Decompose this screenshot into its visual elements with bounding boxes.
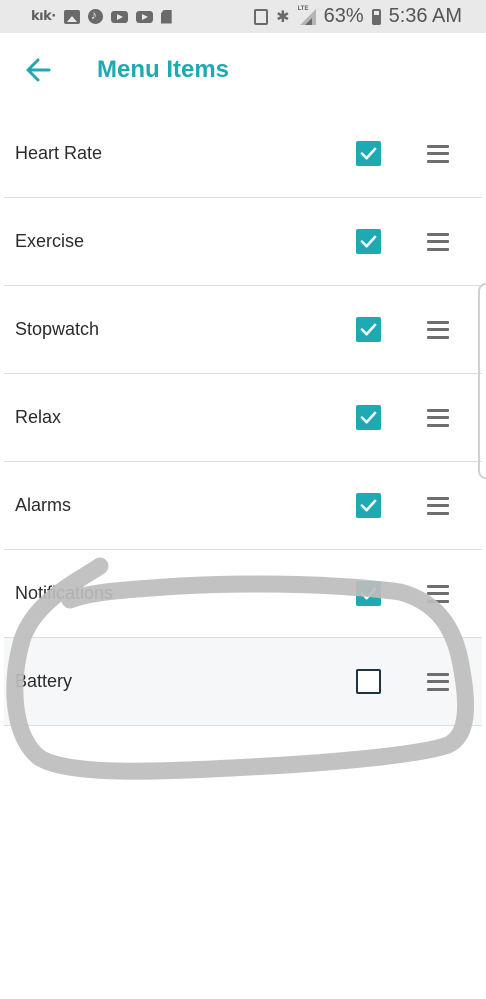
menu-item-label: Stopwatch <box>15 319 100 339</box>
arrow-left-icon[interactable] <box>25 57 51 83</box>
menu-item-label: Relax <box>15 407 62 427</box>
menu-item-label: Exercise <box>15 231 85 251</box>
checkmark-icon <box>360 411 377 424</box>
clock: 5:36 AM <box>388 5 462 27</box>
checkmark-icon <box>360 147 377 160</box>
checkmark-icon <box>360 499 377 512</box>
network-type-label: LTE <box>297 5 309 12</box>
app-header: Menu Items <box>0 33 486 109</box>
menu-items-list: Heart Rate Exercise Stopwatch Relax Alar… <box>0 110 486 726</box>
status-bar-notifications: kık· <box>31 8 172 24</box>
checkmark-icon <box>360 323 377 336</box>
bluetooth-icon: ✱ <box>276 6 290 26</box>
list-item[interactable]: Heart Rate <box>4 110 482 198</box>
menu-item-label: Alarms <box>15 495 72 515</box>
drag-handle-icon[interactable] <box>427 144 449 163</box>
kik-icon: kık· <box>31 9 56 24</box>
list-item[interactable]: Notifications <box>4 550 482 638</box>
scroll-edge-indicator <box>478 283 486 479</box>
youtube-icon <box>135 10 153 23</box>
menu-item-checkbox[interactable] <box>356 141 381 166</box>
music-icon <box>87 8 103 24</box>
menu-item-checkbox[interactable] <box>356 317 381 342</box>
list-item[interactable]: Exercise <box>4 198 482 286</box>
data-saver-icon <box>254 8 269 25</box>
drag-handle-icon[interactable] <box>427 232 449 251</box>
menu-item-label: Heart Rate <box>15 143 103 163</box>
menu-item-checkbox[interactable] <box>356 493 381 518</box>
list-item[interactable]: Alarms <box>4 462 482 550</box>
list-item[interactable]: Stopwatch <box>4 286 482 374</box>
drag-handle-icon[interactable] <box>427 408 449 427</box>
drag-handle-icon[interactable] <box>427 496 449 515</box>
list-item[interactable]: Relax <box>4 374 482 462</box>
gallery-icon <box>63 9 80 24</box>
status-bar: kık· ✱ LTE 63% 5:36 AM <box>0 0 486 33</box>
checkmark-icon <box>360 235 377 248</box>
checkmark-icon <box>360 587 377 600</box>
menu-item-label: Notifications <box>15 583 114 603</box>
menu-item-checkbox[interactable] <box>356 669 381 694</box>
drag-handle-icon[interactable] <box>427 320 449 339</box>
menu-item-label: Battery <box>15 671 73 691</box>
list-item[interactable]: Battery <box>4 638 482 726</box>
status-bar-system: ✱ LTE 63% 5:36 AM <box>254 5 462 28</box>
drag-handle-icon[interactable] <box>427 672 449 691</box>
drag-handle-icon[interactable] <box>427 584 449 603</box>
page-title: Menu Items <box>97 56 230 83</box>
battery-icon <box>371 8 381 25</box>
sd-card-icon <box>160 9 172 24</box>
menu-item-checkbox[interactable] <box>356 581 381 606</box>
menu-item-checkbox[interactable] <box>356 405 381 430</box>
youtube-icon <box>110 10 128 23</box>
menu-item-checkbox[interactable] <box>356 229 381 254</box>
signal-icon: LTE <box>297 5 316 25</box>
battery-percent: 63% <box>323 5 364 27</box>
